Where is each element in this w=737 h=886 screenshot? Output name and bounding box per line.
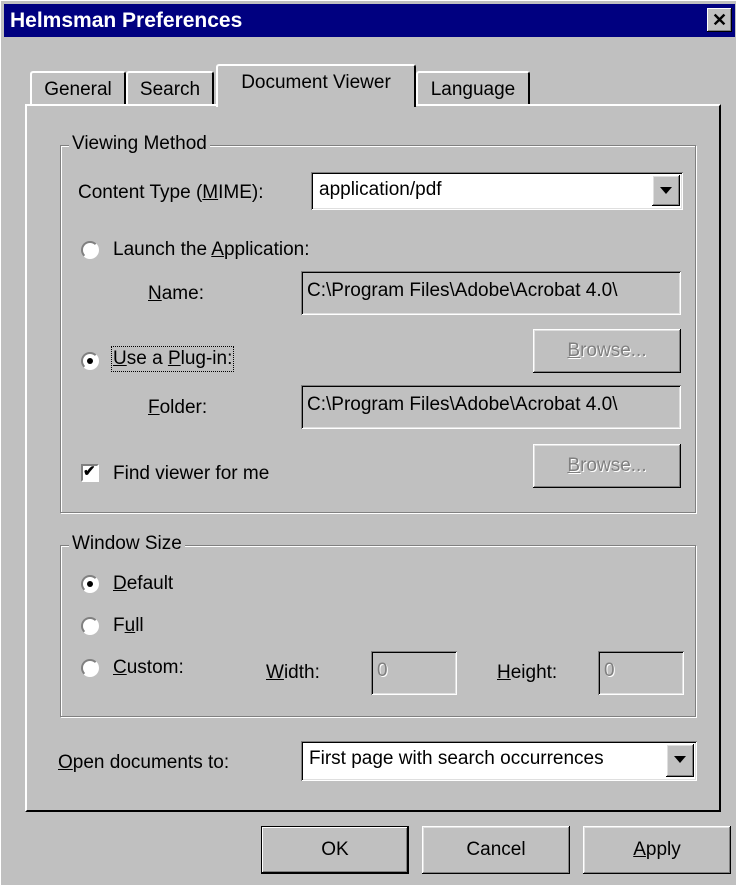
window-title: Helmsman Preferences: [10, 9, 243, 32]
find-viewer-label[interactable]: Find viewer for me: [113, 463, 269, 485]
open-documents-select[interactable]: First page with search occurrences: [301, 741, 697, 781]
tab-document-viewer-label: Document Viewer: [241, 72, 391, 93]
name-value: C:\Program Files\Adobe\Acrobat 4.0\: [307, 280, 618, 301]
ok-button[interactable]: OK: [261, 826, 409, 874]
browse-button-application: Browse...: [533, 329, 681, 373]
folder-field: C:\Program Files\Adobe\Acrobat 4.0\: [301, 385, 681, 429]
height-field: 0: [598, 651, 684, 695]
default-size-radio[interactable]: [81, 575, 99, 593]
width-field: 0: [371, 651, 457, 695]
name-field: C:\Program Files\Adobe\Acrobat 4.0\: [301, 271, 681, 315]
ok-label: OK: [321, 839, 349, 860]
launch-application-radio[interactable]: [81, 241, 99, 259]
folder-value: C:\Program Files\Adobe\Acrobat 4.0\: [307, 394, 618, 415]
preferences-dialog: Helmsman Preferences ✕ General Search Do…: [0, 0, 737, 886]
full-size-label[interactable]: Full: [113, 615, 144, 637]
launch-application-label[interactable]: Launch the Application:: [113, 239, 310, 261]
content-type-select[interactable]: application/pdf: [311, 172, 683, 210]
use-plugin-radio[interactable]: [81, 352, 99, 370]
content-type-label: Content Type (MIME):: [78, 182, 264, 203]
width-value: 0: [377, 660, 388, 681]
tab-language-label: Language: [430, 79, 516, 100]
title-bar[interactable]: Helmsman Preferences ✕: [4, 4, 735, 37]
custom-size-radio[interactable]: [81, 659, 99, 677]
tab-general-label: General: [44, 79, 112, 100]
folder-label: Folder:: [148, 397, 208, 418]
chevron-down-icon[interactable]: [666, 744, 694, 777]
apply-button[interactable]: Apply: [583, 826, 731, 874]
browse-button-plugin: Browse...: [533, 444, 681, 488]
chevron-down-icon[interactable]: [652, 175, 680, 206]
tab-language[interactable]: Language: [416, 71, 530, 106]
close-button[interactable]: ✕: [707, 8, 732, 32]
find-viewer-checkbox[interactable]: [81, 462, 99, 482]
width-label: Width:: [266, 662, 320, 683]
window-size-legend: Window Size: [69, 533, 185, 555]
tab-search-label: Search: [139, 79, 201, 100]
open-documents-value: First page with search occurrences: [309, 748, 604, 769]
tab-search[interactable]: Search: [126, 71, 214, 106]
content-type-value: application/pdf: [319, 179, 442, 200]
height-value: 0: [604, 660, 615, 681]
default-size-label[interactable]: Default: [113, 573, 173, 595]
apply-label: Apply: [633, 839, 681, 860]
browse-label-2: Browse...: [567, 455, 647, 476]
full-size-radio[interactable]: [81, 617, 99, 635]
cancel-label: Cancel: [466, 839, 526, 860]
custom-size-label[interactable]: Custom:: [113, 657, 184, 679]
name-label: Name:: [148, 283, 204, 304]
cancel-button[interactable]: Cancel: [422, 826, 570, 874]
close-icon: ✕: [711, 10, 728, 30]
open-documents-label: Open documents to:: [58, 752, 230, 773]
browse-label-1: Browse...: [567, 340, 647, 361]
tab-general[interactable]: General: [30, 71, 126, 106]
use-plugin-label[interactable]: Use a Plug-in:: [110, 346, 235, 372]
tab-document-viewer[interactable]: Document Viewer: [216, 64, 416, 107]
height-label: Height:: [497, 662, 558, 683]
viewing-method-legend: Viewing Method: [69, 133, 210, 155]
